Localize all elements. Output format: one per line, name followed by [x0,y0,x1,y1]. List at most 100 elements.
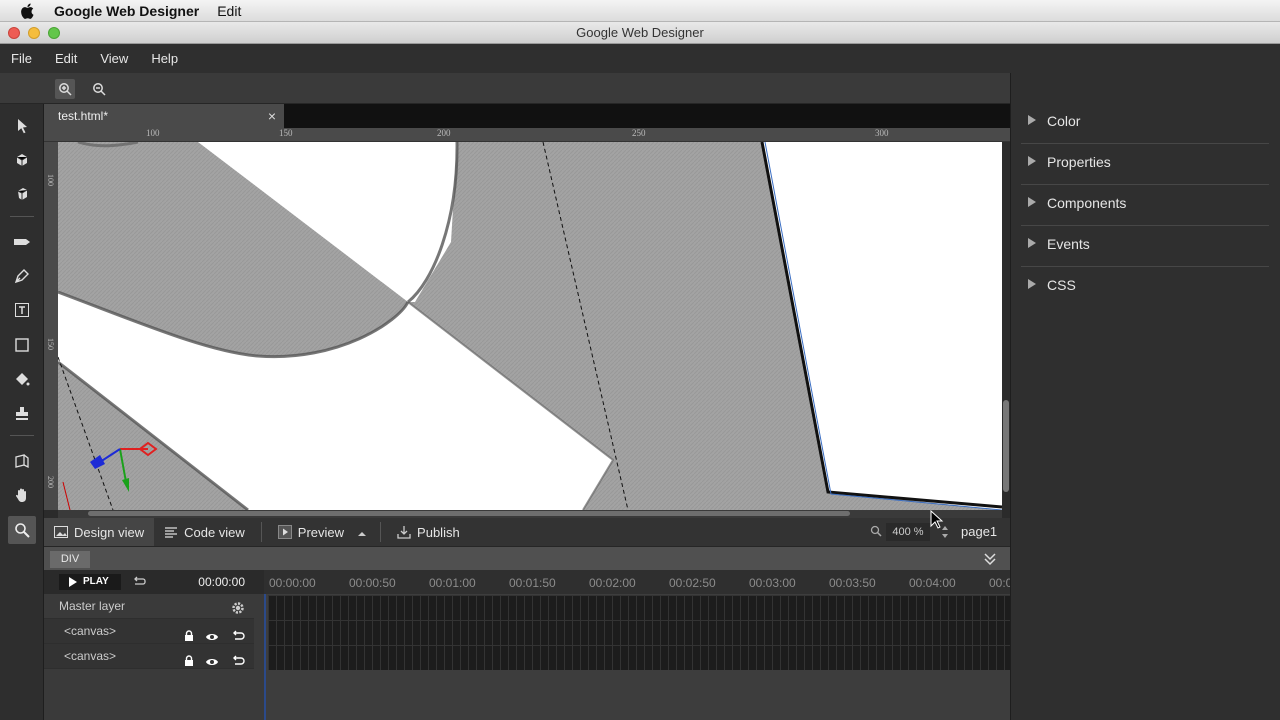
collapse-timeline-icon[interactable] [984,552,996,571]
3d-object-tool-icon[interactable] [8,447,36,475]
view-mode-bar: Design view Code view Preview Publish 40… [44,518,1010,546]
color-section[interactable]: Color [1021,103,1269,144]
vertical-scroll-thumb[interactable] [1003,400,1009,492]
design-view-label: Design view [74,524,145,540]
design-stage[interactable] [58,142,1002,510]
horizontal-scroll-thumb[interactable] [88,511,850,516]
section-label: Components [1047,195,1127,211]
fill-tool-icon[interactable] [8,365,36,393]
menu-view[interactable]: View [100,51,128,66]
vruler-tick: 150 [46,338,55,350]
document-tabbar: test.html* × [44,104,1010,128]
layer-row[interactable]: <canvas> [44,644,254,669]
section-label: Events [1047,236,1090,252]
ruler-tick: 100 [146,128,160,138]
zoom-level-field[interactable]: 400 % [886,523,930,541]
publish-button[interactable]: Publish [387,518,470,546]
time-tick: 00:01:50 [509,576,556,590]
properties-section[interactable]: Properties [1021,144,1269,185]
zoom-out-icon[interactable] [89,79,109,99]
layer-label: <canvas> [64,624,117,638]
zoom-window-button[interactable] [48,27,60,39]
vruler-tick: 100 [46,174,55,186]
expand-arrow-icon [1028,238,1036,248]
time-tick: 00:0 [989,576,1010,590]
document-tab-label: test.html* [58,109,109,123]
selection-tool-icon[interactable] [8,112,36,140]
time-tick: 00:02:00 [589,576,636,590]
expand-arrow-icon [1028,115,1036,125]
timeline-controls: PLAY 00:00:00 [44,570,264,594]
play-button[interactable]: PLAY [59,574,121,590]
hand-tool-icon[interactable] [8,481,36,509]
zoom-in-icon[interactable] [55,79,75,99]
keyframe-grid[interactable] [268,595,1010,670]
3d-rotation-tool-icon[interactable] [8,146,36,174]
app-name-menu[interactable]: Google Web Designer [54,3,199,19]
pen-tool-icon[interactable] [8,262,36,290]
shape-tool-icon[interactable] [8,331,36,359]
close-window-button[interactable] [8,27,20,39]
menu-help[interactable]: Help [151,51,178,66]
time-tick: 00:00:50 [349,576,396,590]
playhead[interactable] [264,594,266,720]
loop-icon[interactable] [132,575,146,593]
apple-icon[interactable] [21,3,41,19]
vertical-scrollbar[interactable] [1002,142,1010,510]
horizontal-scrollbar[interactable] [58,510,1002,518]
tools-palette [0,104,44,720]
play-label: PLAY [83,576,109,587]
layer-row[interactable]: <canvas> [44,619,254,644]
ruler-tick: 300 [875,128,889,138]
ruler-tick: 150 [279,128,293,138]
3d-translation-tool-icon[interactable] [8,180,36,208]
play-icon [69,577,77,587]
preview-button[interactable]: Preview [268,518,348,546]
properties-panel: Color Properties Components Events CSS [1010,73,1280,720]
page-selector[interactable]: page1 [961,524,997,539]
publish-icon [397,526,411,539]
close-tab-icon[interactable]: × [268,104,276,128]
preview-dropdown-icon[interactable] [358,525,367,540]
zoom-tool-icon[interactable] [8,516,36,544]
css-section[interactable]: CSS [1021,267,1269,308]
section-label: Color [1047,113,1081,129]
timeline-track-area[interactable]: 00:00:00 00:00:50 00:01:00 00:01:50 00:0… [264,570,1010,720]
timecode: 00:00:00 [198,575,245,589]
undo-icon[interactable] [231,651,245,676]
components-section[interactable]: Components [1021,185,1269,226]
section-label: Properties [1047,154,1111,170]
master-layer-label: Master layer [59,599,126,613]
play-icon [277,525,292,539]
mac-edit-menu[interactable]: Edit [217,3,241,19]
mouse-cursor-icon [930,510,944,529]
time-tick: 00:03:00 [749,576,796,590]
time-tick: 00:02:50 [669,576,716,590]
stamp-tool-icon[interactable] [8,399,36,427]
time-tick: 00:04:00 [909,576,956,590]
div-element-tag[interactable]: DIV [50,551,90,568]
layer-label: <canvas> [64,649,117,663]
document-tab[interactable]: test.html* × [44,104,284,128]
timeline-ruler[interactable]: 00:00:00 00:00:50 00:01:00 00:01:50 00:0… [264,570,1010,594]
horizontal-ruler: 100 150 200 250 300 [44,128,1010,142]
events-section[interactable]: Events [1021,226,1269,267]
lock-icon[interactable] [184,651,194,676]
tag-tool-icon[interactable] [8,228,36,256]
element-path-bar: DIV [44,546,1010,570]
design-view-button[interactable]: Design view [44,518,155,546]
code-view-button[interactable]: Code view [154,518,255,546]
master-layer-row[interactable]: Master layer [44,594,254,619]
window-title: Google Web Designer [576,25,704,40]
section-label: CSS [1047,277,1076,293]
minimize-window-button[interactable] [28,27,40,39]
vruler-tick: 200 [46,476,55,488]
app-menubar: File Edit View Help [0,44,1280,73]
eye-icon[interactable] [205,651,219,676]
text-tool-icon[interactable] [8,296,36,324]
code-lines-icon [165,527,178,538]
menu-file[interactable]: File [11,51,32,66]
time-tick: 00:00:00 [269,576,316,590]
menu-edit[interactable]: Edit [55,51,77,66]
image-icon [54,526,68,538]
